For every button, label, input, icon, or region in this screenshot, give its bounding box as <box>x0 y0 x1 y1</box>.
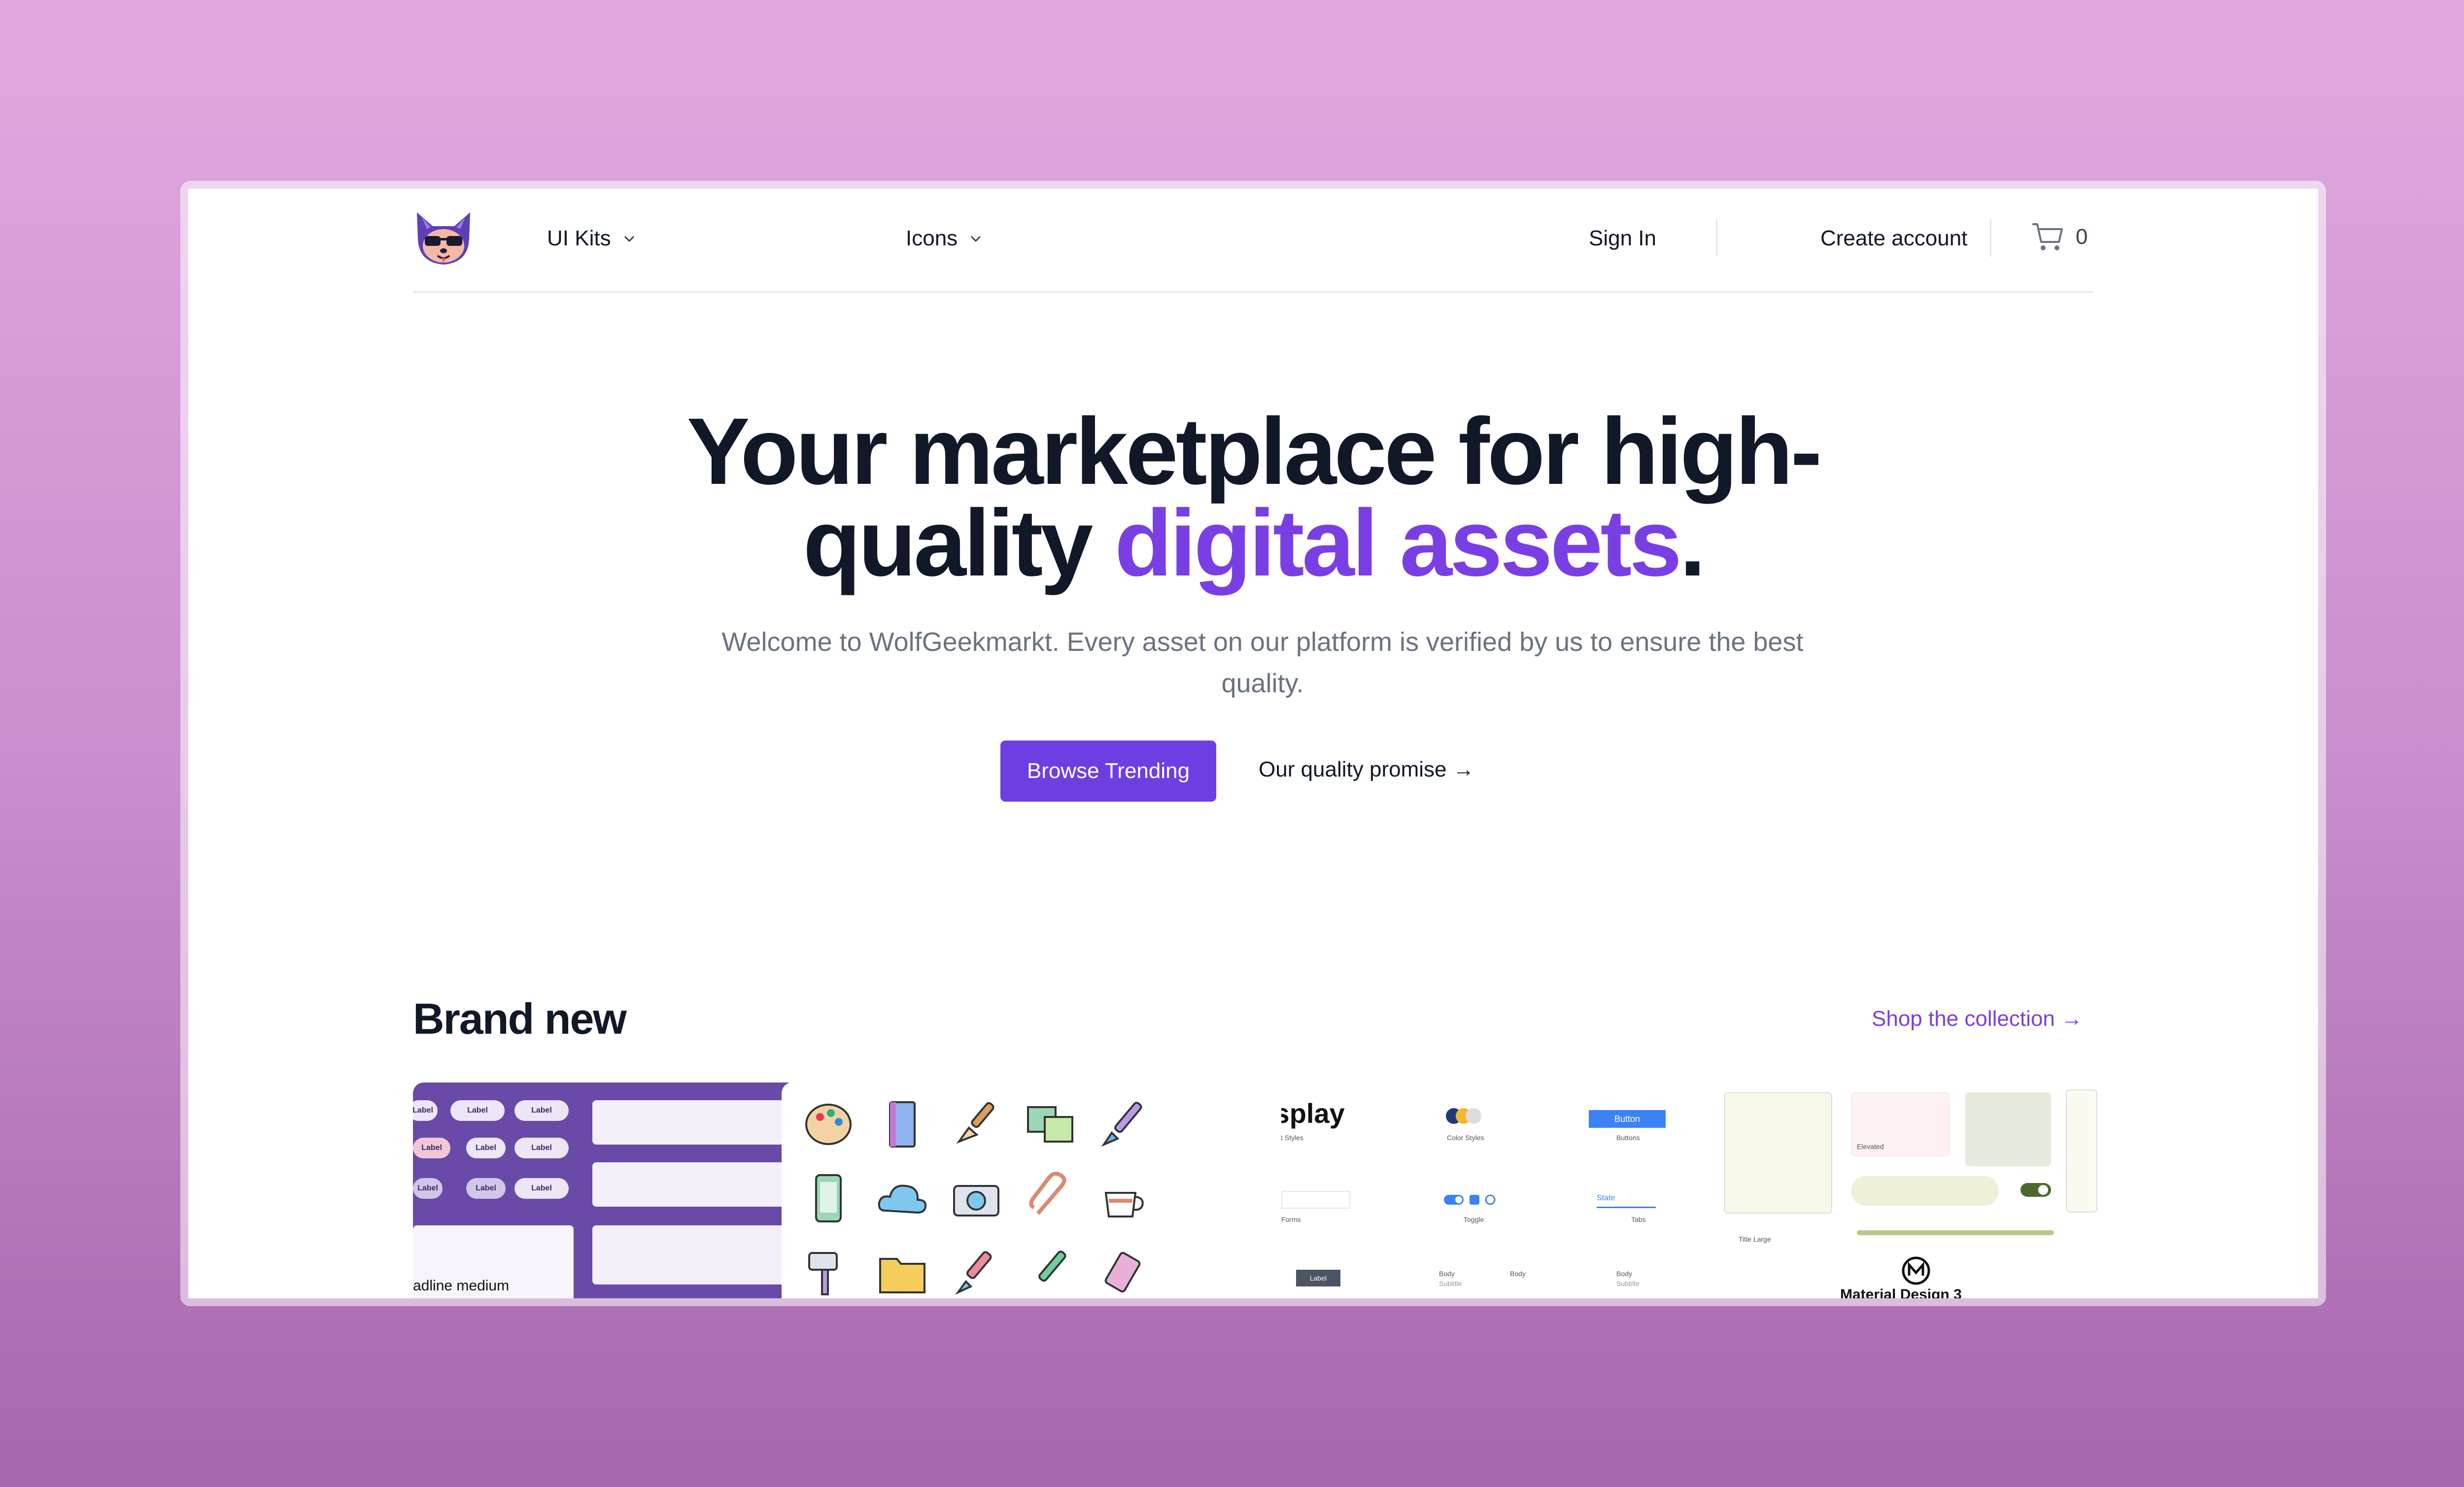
chip: Label <box>413 1138 450 1158</box>
card-label: Title Large <box>1739 1235 1771 1243</box>
hero-title-period: . <box>1679 490 1706 596</box>
card-label: Toggle <box>1464 1216 1484 1223</box>
chip: Label <box>413 1100 438 1121</box>
cloud-icon <box>878 1184 927 1214</box>
brush-pen-icon <box>1101 1102 1142 1147</box>
book-icon <box>889 1101 916 1148</box>
brand-new-heading: Brand new <box>413 994 627 1043</box>
eraser-icon <box>1104 1251 1141 1293</box>
hero-title-plain: quality <box>803 490 1115 596</box>
shopping-cart-icon <box>2032 223 2063 250</box>
card-label: Body <box>1616 1270 1632 1278</box>
preview-panel: adline medium <box>413 1225 574 1298</box>
color-swatches-icon <box>1446 1108 1481 1124</box>
hero-subtitle: Welcome to WolfGeekmarkt. Every asset on… <box>721 627 1804 698</box>
preview-panel <box>1851 1176 1999 1206</box>
nav-divider <box>1990 219 1991 257</box>
chip: Label <box>413 1178 443 1199</box>
hero-title: Your marketplace for high- quality digit… <box>188 398 2318 590</box>
chip: Label <box>450 1100 505 1121</box>
nav-icons-dropdown[interactable]: Icons <box>906 226 983 251</box>
sample-input <box>1281 1191 1350 1209</box>
preview-panel <box>592 1162 785 1207</box>
nav-divider <box>1716 219 1717 257</box>
paint-roller-icon <box>808 1252 838 1295</box>
cart-count: 0 <box>2076 225 2088 249</box>
chip: Label <box>466 1178 506 1199</box>
camera-icon <box>953 1185 999 1217</box>
card-label: Subtitle <box>1439 1280 1462 1287</box>
card-label: Elevated <box>1857 1143 1884 1150</box>
wolf-logo-icon[interactable] <box>413 209 474 268</box>
card-label: Color Styles <box>1447 1134 1484 1142</box>
card-caption: Material Design 3 <box>1840 1286 1962 1298</box>
preview-panel <box>2066 1089 2097 1213</box>
chip: Label <box>514 1100 569 1121</box>
product-card-design-system[interactable]: isplay xt Styles Color Styles Button But… <box>1281 1082 1666 1298</box>
hero-title-accent: digital assets <box>1114 490 1682 596</box>
browse-trending-button[interactable]: Browse Trending <box>1000 741 1216 802</box>
card-label: Buttons <box>1616 1134 1640 1142</box>
nav-ui-kits-label: UI Kits <box>547 226 611 250</box>
card-heading: isplay <box>1281 1098 1345 1129</box>
card-caption: adline medium <box>413 1278 510 1294</box>
preview-panel: Elevated <box>1851 1092 1950 1156</box>
slider-track <box>1857 1230 2054 1235</box>
toggle-switch-icon <box>2020 1183 2051 1197</box>
card-label: Tabs <box>1631 1216 1646 1223</box>
sign-in-link[interactable]: Sign In <box>1589 226 1656 251</box>
sample-button: Button <box>1589 1110 1666 1128</box>
hero-title-line2: quality digital assets. <box>188 496 2318 590</box>
sample-label: Label <box>1296 1270 1340 1286</box>
sign-in-label: Sign In <box>1589 226 1656 250</box>
preview-panel <box>1965 1092 2051 1166</box>
page-window: UI Kits Icons Sign In Create account 0 Y… <box>188 189 2318 1298</box>
chevron-down-icon <box>624 236 634 242</box>
paper-clip-icon <box>1029 1172 1066 1215</box>
mobile-phone-icon <box>815 1174 842 1222</box>
browser-frame: UI Kits Icons Sign In Create account 0 Y… <box>180 181 2326 1306</box>
chip: Label <box>514 1138 569 1158</box>
hero-title-line1: Your marketplace for high- <box>686 398 1822 504</box>
palette-icon <box>805 1104 852 1145</box>
folder-icon <box>879 1258 925 1293</box>
top-navigation: UI Kits Icons Sign In Create account 0 <box>413 189 2093 293</box>
toggle-checkbox-icon <box>1444 1194 1496 1205</box>
chip: Label <box>466 1138 506 1158</box>
paint-brush-icon <box>956 1102 994 1144</box>
card-label: Forms <box>1281 1216 1301 1223</box>
create-account-link[interactable]: Create account <box>1820 226 1967 251</box>
picture-frames-icon <box>1027 1106 1073 1143</box>
chevron-down-icon <box>971 236 981 242</box>
coffee-cup-icon <box>1104 1192 1144 1217</box>
cart-button[interactable]: 0 <box>2030 221 2088 253</box>
product-card-material-design-3[interactable]: Elevated Material Design 3 Title Large <box>1724 1082 2108 1298</box>
material-design-logo-icon <box>1902 1256 1930 1285</box>
card-sub-label: xt Styles <box>1281 1134 1303 1142</box>
product-card-ui-kit-chips[interactable]: Label Label Label Label Label Label Labe… <box>413 1082 797 1298</box>
eyedropper-icon <box>955 1251 992 1295</box>
preview-panel <box>592 1225 785 1284</box>
quality-promise-link[interactable]: Our quality promise → <box>1259 757 1474 782</box>
card-label: Subtitle <box>1616 1280 1640 1287</box>
chip: Label <box>514 1178 569 1199</box>
create-account-label: Create account <box>1820 226 1968 250</box>
card-label: Body <box>1510 1270 1526 1278</box>
sample-tab: State <box>1597 1194 1656 1208</box>
card-label: Body <box>1439 1270 1455 1278</box>
shop-collection-link[interactable]: Shop the collection → <box>1872 1007 2083 1031</box>
nav-ui-kits-dropdown[interactable]: UI Kits <box>547 226 637 251</box>
nav-icons-label: Icons <box>906 226 958 250</box>
preview-panel <box>1724 1092 1832 1214</box>
preview-panel <box>592 1100 785 1145</box>
pen-icon <box>1038 1250 1066 1282</box>
product-card-icon-set[interactable] <box>782 1082 1166 1298</box>
